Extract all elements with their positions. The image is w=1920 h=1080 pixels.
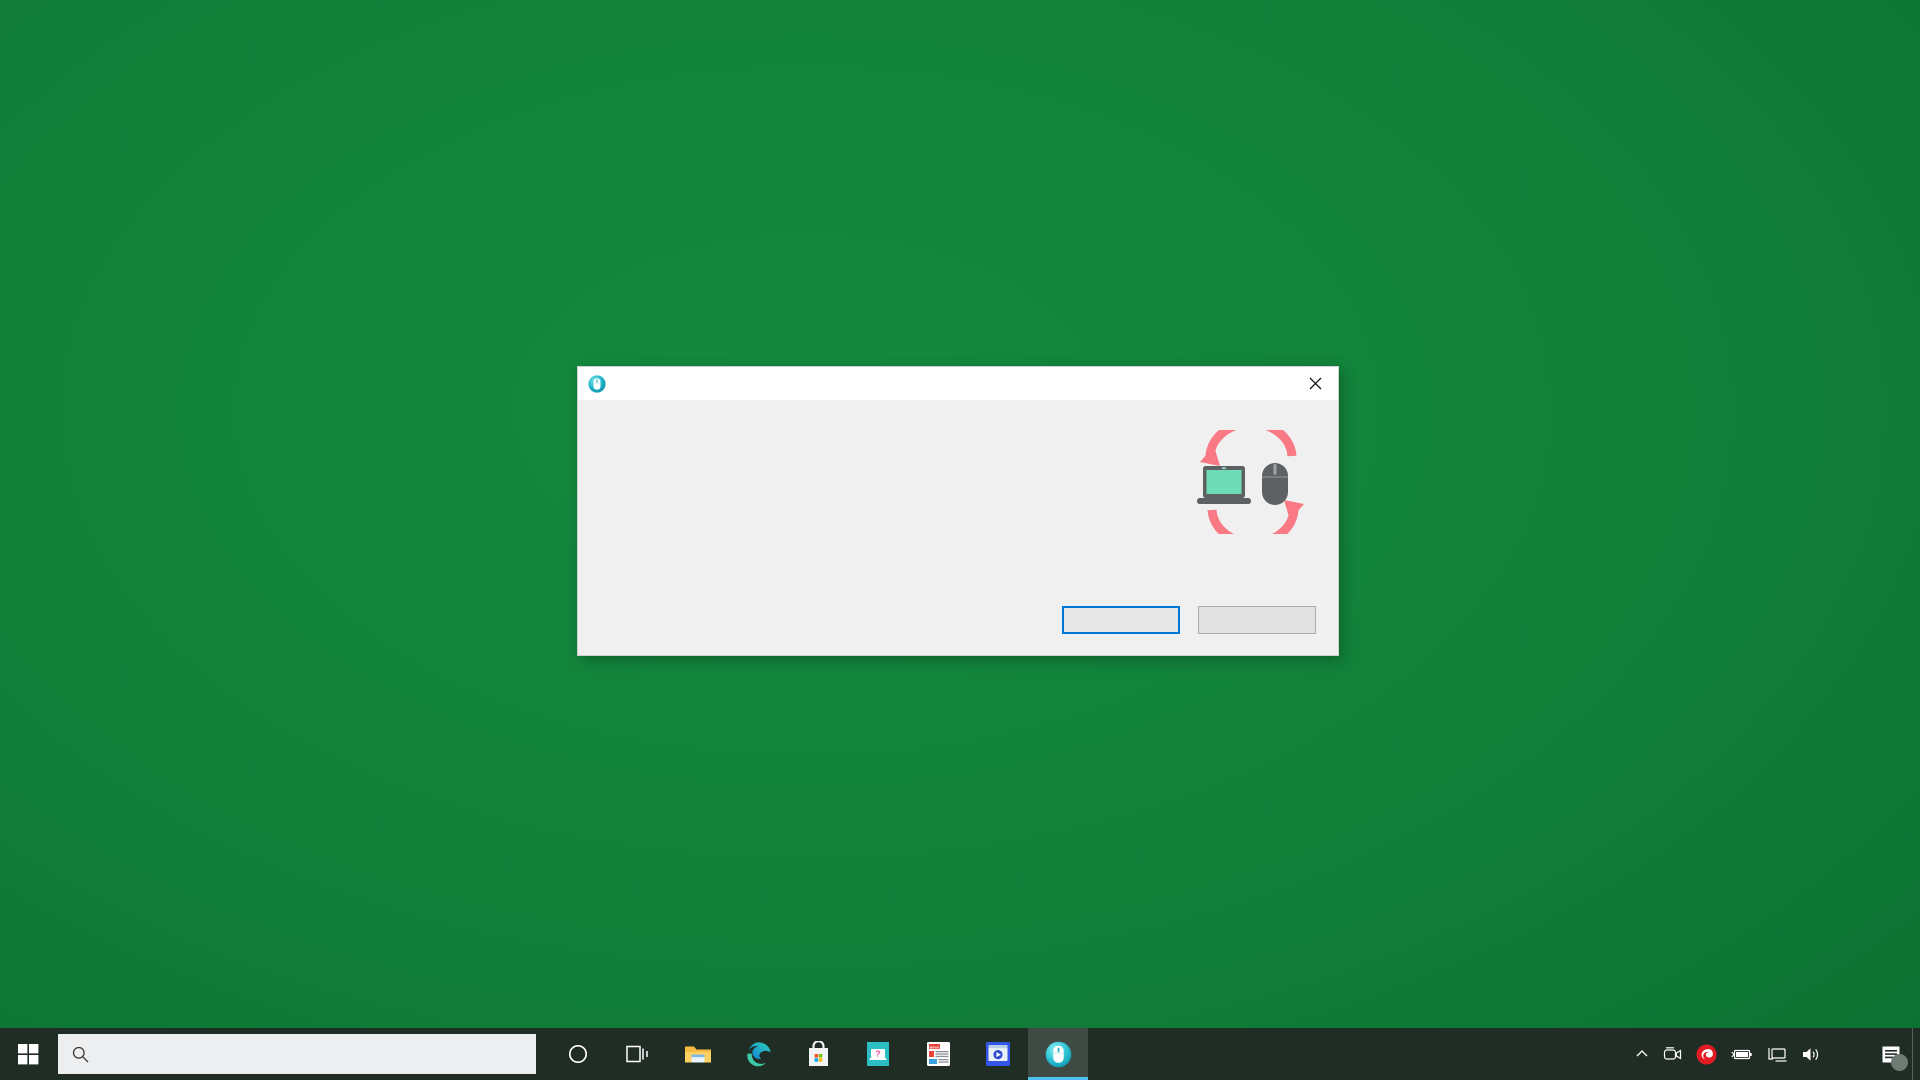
taskbar-item-mouse-setup[interactable] <box>1028 1028 1088 1080</box>
tray-item-trend-micro[interactable] <box>1689 1028 1724 1080</box>
media-player-icon <box>986 1042 1010 1066</box>
windows-start-icon <box>17 1043 38 1064</box>
network-icon <box>1768 1047 1787 1062</box>
tray-overflow-button[interactable] <box>1628 1028 1656 1080</box>
battery-icon <box>1731 1049 1752 1059</box>
taskbar-item-microsoft-store[interactable] <box>788 1028 848 1080</box>
news-icon: news <box>926 1042 950 1066</box>
taskbar-item-edge[interactable] <box>728 1028 788 1080</box>
system-tray <box>1628 1028 1920 1080</box>
svg-text:?: ? <box>876 1049 881 1058</box>
taskbar-item-media-player[interactable] <box>968 1028 1028 1080</box>
pc-help-icon: ? <box>867 1042 889 1066</box>
taskbar-item-news[interactable]: news <box>908 1028 968 1080</box>
tray-item-camera[interactable] <box>1656 1028 1689 1080</box>
search-input[interactable] <box>58 1034 536 1074</box>
action-center-badge <box>1891 1054 1908 1071</box>
edge-icon <box>746 1041 771 1066</box>
volume-icon <box>1803 1047 1819 1061</box>
taskbar-app-list: ? news <box>548 1028 1088 1080</box>
desktop-icon-grid <box>0 0 260 1010</box>
taskbar: ? news <box>0 1028 1920 1080</box>
taskbar-item-task-view[interactable] <box>608 1028 668 1080</box>
dialog-body <box>578 400 1338 655</box>
close-button[interactable] <box>1292 367 1338 400</box>
taskbar-item-cortana[interactable] <box>548 1028 608 1080</box>
action-center-button[interactable] <box>1870 1028 1912 1080</box>
tray-item-network[interactable] <box>1760 1028 1794 1080</box>
start-button[interactable] <box>0 1028 56 1080</box>
task-view-icon <box>626 1045 648 1063</box>
close-icon <box>1309 377 1321 390</box>
dismiss-setup-button[interactable] <box>1198 606 1316 634</box>
confirm-setup-button[interactable] <box>1062 606 1180 634</box>
camera-icon <box>1663 1046 1682 1060</box>
dialog-button-row <box>1062 606 1316 634</box>
mouse-icon <box>1045 1041 1071 1067</box>
cortana-icon <box>568 1044 588 1064</box>
folder-icon <box>685 1046 711 1063</box>
dialog-titlebar <box>578 367 1338 400</box>
trend-micro-icon <box>1696 1044 1717 1064</box>
mouse-setup-dialog <box>578 367 1338 655</box>
chevron-up-icon <box>1636 1050 1648 1057</box>
tray-item-battery[interactable] <box>1724 1028 1760 1080</box>
svg-text:news: news <box>929 1044 939 1049</box>
tray-item-volume[interactable] <box>1794 1028 1828 1080</box>
taskbar-item-file-explorer[interactable] <box>668 1028 728 1080</box>
taskbar-item-pc-help[interactable]: ? <box>848 1028 908 1080</box>
show-desktop-button[interactable] <box>1912 1028 1920 1080</box>
mouse-icon <box>588 374 606 393</box>
store-icon <box>808 1041 828 1066</box>
laptop-mouse-sync-illustration <box>1197 430 1304 534</box>
search-icon <box>72 1046 89 1062</box>
